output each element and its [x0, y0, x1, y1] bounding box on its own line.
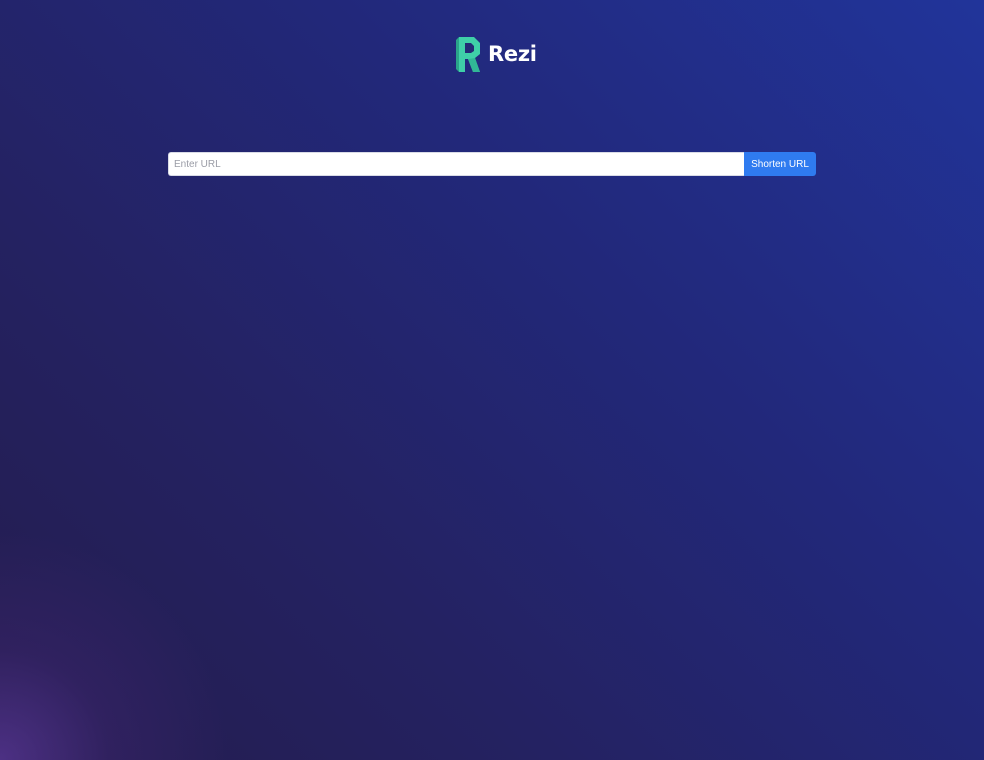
brand-logo: Rezi: [456, 36, 537, 72]
brand-name: Rezi: [488, 41, 537, 66]
rezi-r-logo-icon: [456, 36, 480, 72]
url-input[interactable]: [168, 152, 744, 176]
shorten-url-button[interactable]: Shorten URL: [744, 152, 816, 176]
shorten-url-form: Shorten URL: [168, 152, 816, 176]
